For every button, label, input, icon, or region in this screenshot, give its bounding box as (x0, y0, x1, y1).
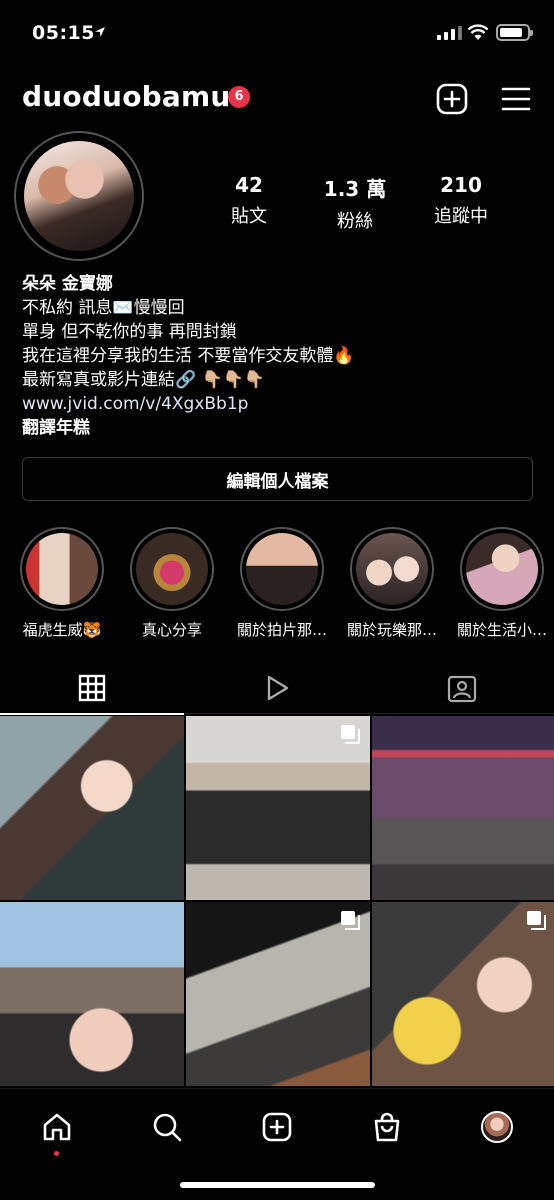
new-post-button[interactable] (435, 82, 469, 116)
translate-link[interactable]: 翻譯年糕 (22, 416, 542, 440)
stat-label: 追蹤中 (434, 206, 488, 227)
stat-label: 貼文 (231, 206, 267, 227)
location-arrow-icon (95, 27, 105, 37)
highlight-cover (246, 533, 318, 605)
shopping-bag-icon (374, 1112, 400, 1142)
bio-line: 最新寫真或影片連結🔗 👇🏼👇🏼👇🏼 (22, 370, 266, 390)
tab-grid[interactable] (0, 662, 184, 715)
play-icon (267, 675, 289, 701)
story-highlight[interactable]: 關於生活小… (457, 527, 547, 640)
profile-header: duoduobamu 6 (0, 76, 554, 120)
plus-square-icon (436, 83, 468, 115)
notification-badge[interactable]: 6 (228, 86, 250, 108)
stat-value: 1.3 萬 (323, 177, 387, 201)
highlight-ring (240, 527, 324, 611)
highlight-ring (350, 527, 434, 611)
home-indicator (180, 1182, 375, 1188)
profile-tabs (0, 662, 554, 715)
nav-create[interactable] (257, 1107, 297, 1147)
bio-link[interactable]: www.jvid.com/v/4XgxBb1p (22, 392, 542, 416)
highlight-cover (26, 533, 98, 605)
home-active-dot (54, 1151, 59, 1156)
multiple-photos-icon (341, 911, 360, 930)
highlight-cover (356, 533, 428, 605)
post-thumbnail[interactable] (186, 716, 370, 900)
bio-line: 我在這裡分享我的生活 不要當作交友軟體🔥 (22, 346, 355, 366)
plus-square-icon (262, 1112, 292, 1142)
wifi-icon (467, 24, 489, 40)
hamburger-menu-icon (501, 87, 531, 111)
highlight-label: 關於玩樂那… (346, 621, 437, 639)
stat-label: 粉絲 (337, 211, 373, 232)
highlight-ring (460, 527, 544, 611)
tab-tagged[interactable] (370, 662, 554, 714)
followers-count[interactable]: 1.3 萬 粉絲 (302, 173, 408, 233)
battery-icon (496, 24, 533, 41)
post-grid (0, 716, 554, 1086)
grid-icon (78, 674, 106, 702)
profile-avatar[interactable] (14, 131, 144, 261)
highlight-label: 關於拍片那… (236, 621, 327, 639)
tagged-person-icon (447, 675, 477, 703)
cellular-signal-icon (437, 26, 462, 40)
post-thumbnail[interactable] (0, 902, 184, 1086)
highlight-label: 福虎生威🐯 (22, 621, 102, 639)
menu-button[interactable] (499, 82, 533, 116)
tab-reels[interactable] (185, 662, 369, 714)
nav-search[interactable] (147, 1107, 187, 1147)
multiple-photos-icon (341, 725, 360, 744)
home-icon (43, 1113, 71, 1141)
avatar-image (24, 141, 134, 251)
highlight-cover (136, 533, 208, 605)
post-thumbnail[interactable] (372, 902, 554, 1086)
profile-avatar-small (481, 1111, 513, 1143)
nav-home[interactable] (37, 1107, 77, 1147)
story-highlight[interactable]: 關於拍片那… (237, 527, 327, 640)
post-thumbnail[interactable] (372, 716, 554, 900)
stat-value: 210 (440, 173, 482, 197)
search-icon (153, 1113, 182, 1142)
nav-shop[interactable] (367, 1107, 407, 1147)
post-thumbnail[interactable] (0, 716, 184, 900)
story-highlight[interactable]: 福虎生威🐯 (18, 527, 106, 640)
username[interactable]: duoduobamu (22, 80, 230, 113)
highlight-label: 真心分享 (141, 621, 202, 639)
bio-line: 單身 但不乾你的事 再問封鎖 (22, 322, 237, 342)
post-thumbnail[interactable] (186, 902, 370, 1086)
bio-line: 不私約 訊息✉️慢慢回 (22, 298, 185, 318)
multiple-photos-icon (527, 911, 546, 930)
following-count[interactable]: 210 追蹤中 (408, 173, 514, 233)
edit-profile-button[interactable]: 編輯個人檔案 (22, 457, 533, 501)
status-bar: 05:15 (0, 0, 554, 66)
posts-count[interactable]: 42 貼文 (196, 173, 302, 233)
profile-stats: 42 貼文 1.3 萬 粉絲 210 追蹤中 (196, 173, 536, 233)
highlight-cover (466, 533, 538, 605)
highlight-label: 關於生活小… (456, 621, 547, 639)
clock: 05:15 (32, 22, 95, 44)
nav-profile[interactable] (477, 1107, 517, 1147)
story-highlight[interactable]: 關於玩樂那… (347, 527, 437, 640)
stat-value: 42 (235, 173, 263, 197)
story-highlight[interactable]: 真心分享 (128, 527, 216, 640)
display-name: 朵朵 金寶娜 (22, 274, 113, 294)
highlight-ring (130, 527, 214, 611)
profile-bio: 朵朵 金寶娜 不私約 訊息✉️慢慢回 單身 但不乾你的事 再問封鎖 我在這裡分享… (22, 272, 542, 440)
highlight-ring (20, 527, 104, 611)
